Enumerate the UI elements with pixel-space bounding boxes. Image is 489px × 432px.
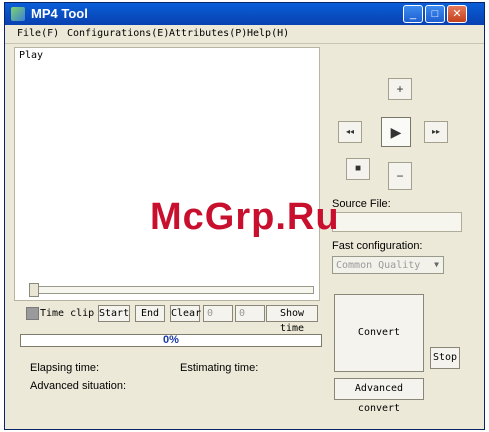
- clip-start-input[interactable]: 0: [203, 305, 233, 322]
- menu-bar: File(F) Configurations(E) Attributes(P) …: [5, 25, 484, 44]
- fast-forward-button[interactable]: ▸▸: [424, 121, 448, 143]
- fast-configuration-selected: Common Quality: [336, 260, 421, 271]
- conversion-progress-bar: 0%: [20, 334, 322, 347]
- advanced-convert-button[interactable]: Advanced convert: [334, 378, 424, 414]
- menu-attributes[interactable]: Attributes(P): [169, 28, 247, 39]
- source-file-input[interactable]: [332, 212, 462, 232]
- minus-button[interactable]: −: [388, 162, 412, 190]
- title-bar[interactable]: MP4 Tool _ □ ✕: [5, 3, 484, 25]
- play-panel-label: Play: [19, 50, 44, 61]
- menu-configurations[interactable]: Configurations(E): [67, 28, 169, 39]
- elapsing-time-label: Elapsing time:: [30, 362, 100, 374]
- start-button[interactable]: Start: [98, 305, 130, 322]
- app-icon: [11, 7, 25, 21]
- stop-playback-button[interactable]: ■: [346, 158, 370, 180]
- menu-help[interactable]: Help(H): [247, 28, 289, 39]
- seek-slider-thumb[interactable]: [29, 283, 39, 297]
- progress-percent: 0%: [163, 334, 179, 346]
- chevron-down-icon: ▼: [434, 260, 439, 269]
- stop-button[interactable]: Stop: [430, 347, 460, 369]
- plus-button[interactable]: +: [388, 78, 412, 100]
- fast-configuration-dropdown[interactable]: Common Quality ▼: [332, 256, 444, 274]
- play-button[interactable]: ▶: [381, 117, 411, 147]
- clip-end-input[interactable]: 0: [235, 305, 265, 322]
- menu-file[interactable]: File(F): [17, 28, 59, 39]
- time-clip-label: Time clip: [40, 308, 95, 319]
- time-clip-checkbox[interactable]: [26, 307, 39, 320]
- rewind-button[interactable]: ◂◂: [338, 121, 362, 143]
- play-panel: Play: [14, 47, 320, 301]
- seek-slider[interactable]: [29, 283, 314, 297]
- minimize-button[interactable]: _: [403, 5, 423, 23]
- close-button[interactable]: ✕: [447, 5, 467, 23]
- fast-configuration-label: Fast configuration:: [332, 240, 423, 252]
- clear-button[interactable]: Clear: [170, 305, 201, 322]
- show-time-button[interactable]: Show time: [266, 305, 318, 334]
- maximize-button[interactable]: □: [425, 5, 445, 23]
- window-title: MP4 Tool: [31, 6, 88, 21]
- advanced-situation-label: Advanced situation:: [30, 380, 127, 392]
- source-file-label: Source File:: [332, 198, 391, 210]
- convert-button[interactable]: Convert: [334, 294, 424, 372]
- estimating-time-label: Estimating time:: [180, 362, 259, 374]
- watermark: McGrp.Ru: [150, 196, 340, 238]
- end-button[interactable]: End: [135, 305, 165, 322]
